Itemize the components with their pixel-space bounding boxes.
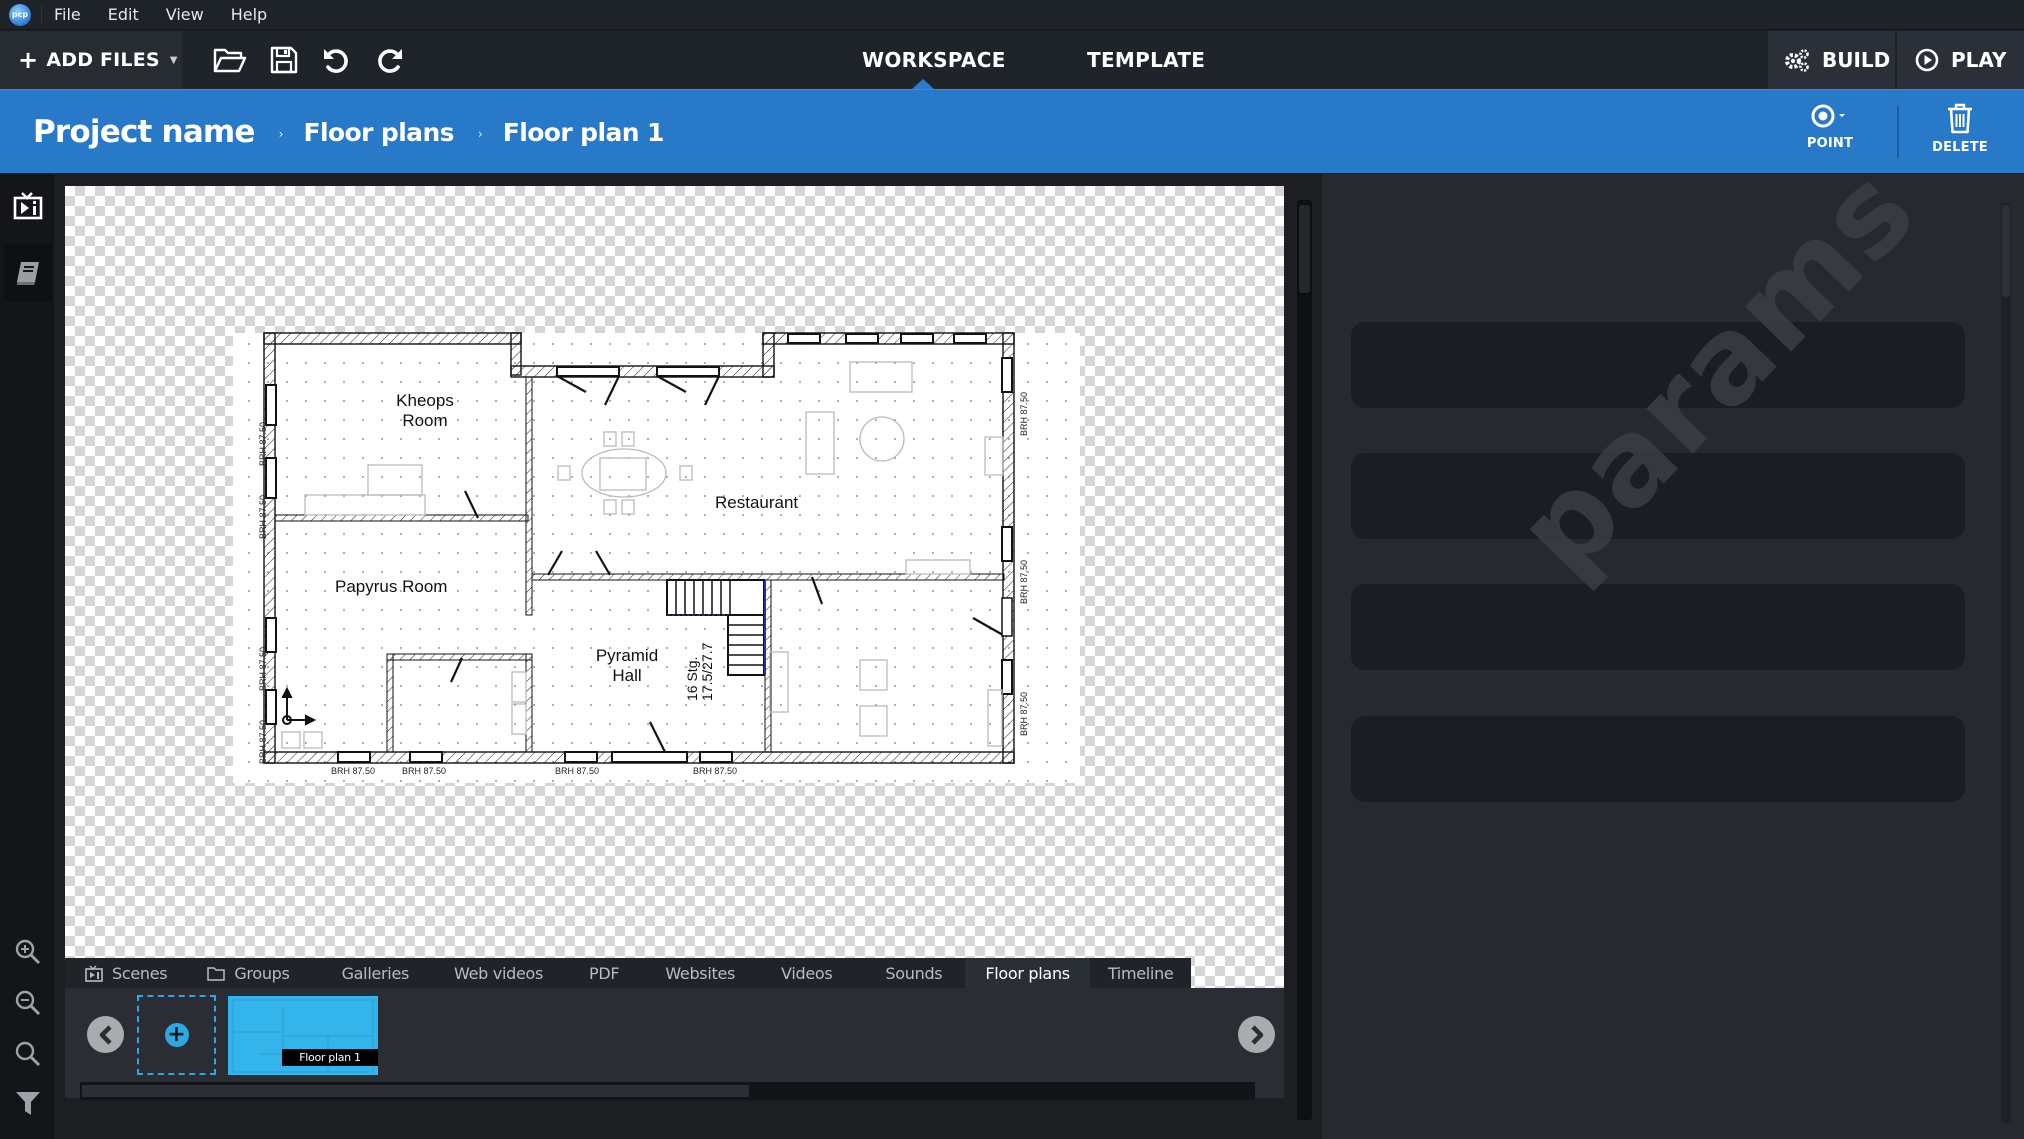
library-tabs: Scenes Groups Galleries Web videos PDF W… (65, 958, 1192, 988)
build-button[interactable]: BUILD (1768, 31, 1895, 89)
add-files-label: ADD FILES (46, 49, 160, 71)
open-folder-icon[interactable] (212, 43, 248, 77)
delete-button[interactable]: DELETE (1928, 102, 1992, 164)
stair-steps-text: 16 Stg. (684, 656, 700, 701)
param-slot[interactable] (1351, 716, 1965, 802)
filter-icon[interactable] (10, 1085, 46, 1121)
canvas-vertical-scrollbar[interactable] (1297, 200, 1312, 1120)
breadcrumb-project[interactable]: Project name (33, 114, 255, 150)
filmstrip-next-button[interactable] (1238, 1016, 1275, 1053)
params-vertical-scrollbar[interactable] (2001, 203, 2011, 1123)
stair-dimensions-text: 17.5/27.7 (699, 642, 715, 701)
window-label: BRH 87.50 (331, 766, 376, 776)
breadcrumb-separator: › (477, 127, 483, 141)
scenes-tv-icon[interactable] (10, 188, 46, 224)
redo-icon[interactable] (372, 43, 408, 77)
floor-plan-drawing (233, 332, 1080, 783)
plus-icon: + (18, 46, 39, 74)
breadcrumb-bar: Project name › Floor plans › Floor plan … (0, 89, 2024, 173)
stair-label: 16 Stg. 17.5/27.7 (684, 642, 715, 701)
book-icon[interactable] (10, 255, 46, 291)
room-name-line: Room (402, 411, 448, 430)
tab-web-videos[interactable]: Web videos (431, 958, 566, 988)
zoom-fit-icon[interactable] (10, 1036, 46, 1072)
breadcrumb-floor-plan-1: Floor plan 1 (502, 117, 665, 147)
add-circle-icon: + (164, 1023, 189, 1047)
app-logo: pcp (9, 3, 31, 26)
room-name-line: Hall (612, 666, 642, 685)
window-label: BRH 87.50 (693, 766, 738, 776)
canvas-vertical-scroll-thumb[interactable] (1299, 205, 1310, 293)
room-label-kheops: Kheops Room (370, 391, 480, 431)
menu-help[interactable]: Help (231, 5, 267, 24)
menu-view[interactable]: View (166, 5, 204, 24)
caret-down-icon: ▼ (169, 54, 178, 66)
delete-label: DELETE (1932, 140, 1988, 155)
scenes-tv-icon (85, 965, 103, 982)
filmstrip-item[interactable]: Floor plan 1 (228, 996, 378, 1075)
window-label: BRH 87.50 (1019, 391, 1029, 436)
room-name-line: Kheops (396, 391, 454, 410)
chevron-left-icon (99, 1024, 112, 1045)
menu-file[interactable]: File (54, 5, 81, 24)
room-label-restaurant: Restaurant (715, 493, 799, 512)
zoom-out-icon[interactable] (10, 985, 46, 1021)
zoom-in-icon[interactable] (10, 934, 46, 970)
add-floor-plan-slot[interactable]: + (137, 995, 216, 1075)
tab-floor-plans[interactable]: Floor plans (965, 958, 1090, 988)
param-slot[interactable] (1351, 584, 1965, 670)
tab-scenes[interactable]: Scenes (65, 958, 189, 988)
floor-plan-canvas[interactable]: Kheops Room Restaurant Papyrus Room Pyra… (65, 186, 1284, 988)
save-icon[interactable] (266, 43, 302, 77)
trash-icon (1948, 103, 1972, 134)
menu-bar: pcp File Edit View Help (0, 0, 2024, 30)
room-label-papyrus: Papyrus Room (335, 577, 448, 596)
window-label: BRH 87.50 (258, 646, 268, 691)
active-tab-indicator (912, 79, 934, 89)
toolbar-divider (1897, 106, 1899, 158)
menu-edit[interactable]: Edit (108, 5, 139, 24)
play-button[interactable]: PLAY (1897, 31, 2024, 89)
breadcrumb-separator: › (278, 127, 284, 141)
window-label: BRH 87.50 (258, 719, 268, 764)
breadcrumb: Project name › Floor plans › Floor plan … (33, 90, 664, 174)
tab-websites[interactable]: Websites (642, 958, 758, 988)
chevron-right-icon (1250, 1024, 1263, 1045)
window-label: BRH 87.50 (1019, 691, 1029, 736)
menu-divider (41, 5, 42, 24)
app-logo-text: pcp (11, 10, 29, 19)
params-vertical-scroll-thumb[interactable] (2002, 205, 2010, 297)
folder-icon (207, 966, 226, 981)
tab-label: Groups (234, 963, 290, 983)
gears-icon (1785, 49, 1809, 72)
tab-label: Scenes (112, 963, 168, 983)
window-label: BRH 87.50 (555, 766, 600, 776)
filmstrip-item-label: Floor plan 1 (282, 1049, 378, 1066)
window-label: BRH 87.50 (1019, 559, 1029, 604)
tab-sounds[interactable]: Sounds (855, 958, 965, 988)
play-label: PLAY (1951, 48, 2007, 72)
tab-galleries[interactable]: Galleries (312, 958, 431, 988)
play-circle-icon (1915, 48, 1939, 72)
undo-icon[interactable] (318, 43, 354, 77)
tab-groups[interactable]: Groups (189, 958, 311, 988)
breadcrumb-floor-plans[interactable]: Floor plans (303, 118, 454, 147)
window-label: BRH 87.50 (258, 494, 268, 539)
tab-template[interactable]: TEMPLATE (1087, 31, 1205, 89)
build-label: BUILD (1822, 48, 1891, 72)
window-label: BRH 87.50 (258, 421, 268, 466)
tab-videos[interactable]: Videos (758, 958, 855, 988)
plan-grid-dots (233, 333, 1080, 783)
filmstrip-prev-button[interactable] (87, 1016, 124, 1053)
window-label: BRH 87.50 (402, 766, 447, 776)
toolbar: + ADD FILES ▼ WORKSPACE TEMPLATE BUILD P… (0, 31, 2024, 89)
room-label-pyramid-hall: Pyramid Hall (585, 646, 669, 686)
filmstrip-horizontal-scroll-thumb[interactable] (82, 1085, 749, 1097)
tab-pdf[interactable]: PDF (566, 958, 642, 988)
add-files-button[interactable]: + ADD FILES ▼ (0, 31, 182, 89)
tab-timeline[interactable]: Timeline (1090, 958, 1192, 988)
point-target-icon (1811, 104, 1845, 128)
room-name-line: Pyramid (595, 646, 659, 665)
